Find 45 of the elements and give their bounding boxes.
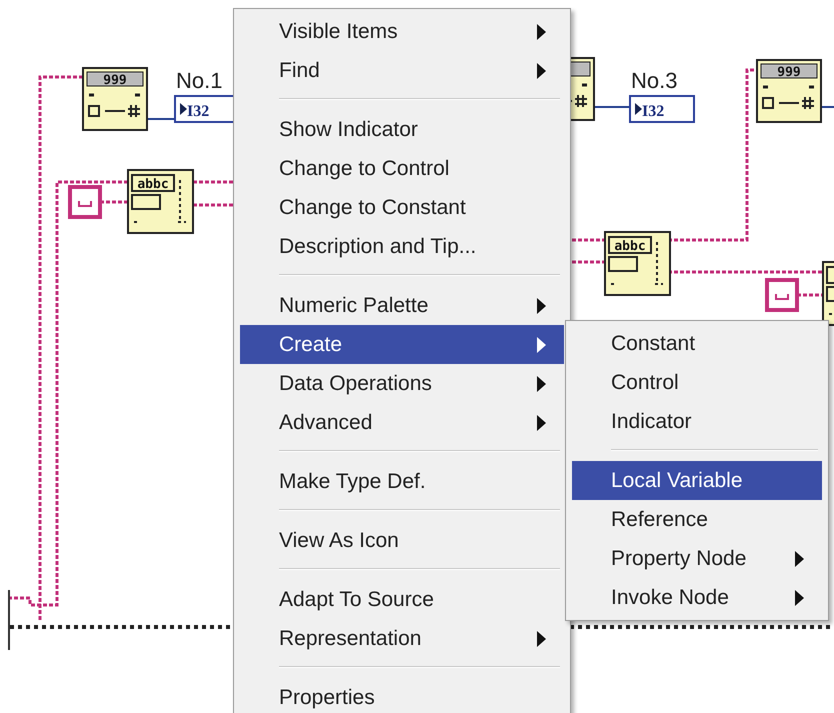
format-text: 999 bbox=[103, 73, 127, 88]
string-text: abbc bbox=[614, 239, 646, 254]
string-node bbox=[127, 169, 194, 234]
wire bbox=[594, 106, 630, 108]
terminal-arrow-icon bbox=[635, 103, 642, 115]
menu-item[interactable]: Invoke Node bbox=[572, 578, 822, 617]
menu-item[interactable]: Representation bbox=[240, 619, 564, 658]
wire bbox=[821, 106, 834, 108]
menu-item[interactable]: Reference bbox=[572, 500, 822, 539]
menu-item[interactable]: Constant bbox=[572, 324, 822, 363]
menu-item[interactable]: Data Operations bbox=[240, 364, 564, 403]
menu-item[interactable]: Change to Constant bbox=[240, 188, 564, 227]
menu-item[interactable]: Show Indicator bbox=[240, 110, 564, 149]
menu-item[interactable]: Control bbox=[572, 363, 822, 402]
string-text: abbc bbox=[137, 177, 169, 192]
menu-item[interactable]: Find bbox=[240, 51, 564, 90]
menu-item[interactable]: View As Icon bbox=[240, 521, 564, 560]
format-node bbox=[82, 67, 148, 131]
menu-item[interactable]: Properties bbox=[240, 678, 564, 713]
menu-item[interactable]: Property Node bbox=[572, 539, 822, 578]
terminal-type: I32 bbox=[642, 103, 664, 120]
format-text: 999 bbox=[777, 65, 801, 80]
wire bbox=[147, 118, 175, 120]
terminal-label: No.1 bbox=[176, 68, 222, 93]
menu-item[interactable]: Create bbox=[240, 325, 564, 364]
menu-item[interactable]: Make Type Def. bbox=[240, 462, 564, 501]
menu-item[interactable]: Indicator bbox=[572, 402, 822, 441]
menu-item[interactable]: Advanced bbox=[240, 403, 564, 442]
menu-item[interactable]: Visible Items bbox=[240, 12, 564, 51]
format-node bbox=[756, 59, 822, 123]
menu-item[interactable]: Local Variable bbox=[572, 461, 822, 500]
string-node bbox=[604, 231, 671, 296]
menu-item[interactable]: Numeric Palette bbox=[240, 286, 564, 325]
indicator-terminal bbox=[629, 95, 695, 123]
menu-item[interactable]: Description and Tip... bbox=[240, 227, 564, 266]
terminal-arrow-icon bbox=[180, 103, 187, 115]
terminal-label: No.3 bbox=[631, 68, 678, 93]
string-node bbox=[822, 261, 834, 326]
menu-item[interactable]: Change to Control bbox=[240, 149, 564, 188]
menu-item[interactable]: Adapt To Source bbox=[240, 580, 564, 619]
wire bbox=[797, 294, 823, 296]
terminal-type: I32 bbox=[187, 103, 210, 120]
space-constant bbox=[765, 278, 799, 312]
wire-end bbox=[8, 590, 10, 650]
space-constant bbox=[68, 185, 102, 219]
